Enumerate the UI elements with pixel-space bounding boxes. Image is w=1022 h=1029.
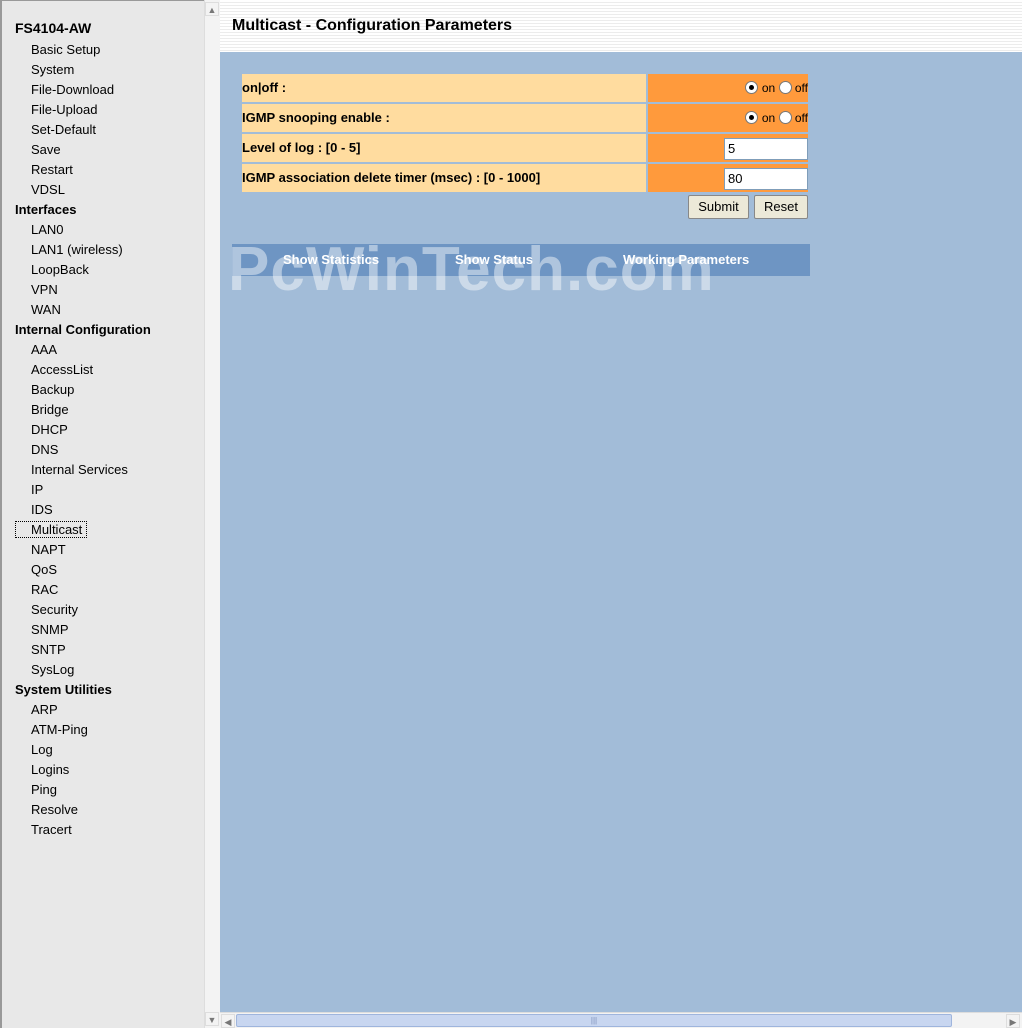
scroll-up-icon[interactable]: ▲ — [205, 2, 219, 16]
nav-multicast[interactable]: Multicast — [15, 521, 87, 538]
igmp-snooping-on-label: on — [761, 111, 776, 125]
nav-wan[interactable]: WAN — [31, 302, 61, 317]
scroll-left-icon[interactable]: ◀ — [221, 1014, 235, 1028]
nav-snmp[interactable]: SNMP — [31, 622, 69, 637]
nav-basic-setup[interactable]: Basic Setup — [31, 42, 100, 57]
nav-log[interactable]: Log — [31, 742, 53, 757]
horizontal-scrollbar[interactable]: ◀ ||| ▶ — [220, 1012, 1022, 1028]
nav-atm-ping[interactable]: ATM-Ping — [31, 722, 88, 737]
reset-button[interactable]: Reset — [754, 195, 808, 219]
page-header: Multicast - Configuration Parameters — [220, 0, 1022, 52]
log-level-label: Level of log : [0 - 5] — [242, 134, 646, 162]
scroll-right-icon[interactable]: ▶ — [1006, 1014, 1020, 1028]
nav-resolve[interactable]: Resolve — [31, 802, 78, 817]
nav-vpn[interactable]: VPN — [31, 282, 58, 297]
nav-restart[interactable]: Restart — [31, 162, 73, 177]
onoff-off-radio[interactable] — [778, 81, 792, 94]
content-frame: Multicast - Configuration Parameters on|… — [220, 0, 1022, 1012]
page-title: Multicast - Configuration Parameters — [232, 17, 513, 34]
watermark: PcWinTech.com — [228, 235, 715, 304]
nav-frame: FS4104-AW Basic Setup System File-Downlo… — [0, 0, 204, 1028]
nav-ip[interactable]: IP — [31, 482, 43, 497]
nav-aaa[interactable]: AAA — [31, 342, 57, 357]
nav-napt[interactable]: NAPT — [31, 542, 66, 557]
onoff-on-radio[interactable] — [745, 81, 759, 94]
device-title: FS4104-AW — [15, 20, 92, 36]
igmp-snooping-off-label: off — [794, 111, 808, 125]
igmp-snooping-value-cell: on off — [648, 104, 808, 132]
form-row-delete-timer: IGMP association delete timer (msec) : [… — [242, 164, 808, 192]
onoff-label: on|off : — [242, 74, 646, 102]
onoff-off-label: off — [794, 81, 808, 95]
log-level-value-cell: 5 — [648, 134, 808, 162]
nav-save[interactable]: Save — [31, 142, 61, 157]
nav-vdsl[interactable]: VDSL — [31, 182, 65, 197]
onoff-value-cell: on off — [648, 74, 808, 102]
nav-lan0[interactable]: LAN0 — [31, 222, 64, 237]
nav-dns[interactable]: DNS — [31, 442, 58, 457]
nav-system[interactable]: System — [31, 62, 74, 77]
form-row-igmp-snooping: IGMP snooping enable : on off — [242, 104, 808, 132]
log-level-input[interactable]: 5 — [724, 138, 808, 160]
onoff-on-label: on — [761, 81, 776, 95]
nav-accesslist[interactable]: AccessList — [31, 362, 93, 377]
form-row-log-level: Level of log : [0 - 5] 5 — [242, 134, 808, 162]
nav-ping[interactable]: Ping — [31, 782, 57, 797]
nav-group-system-utilities: System Utilities — [15, 682, 112, 697]
nav-bridge[interactable]: Bridge — [31, 402, 69, 417]
scroll-down-icon[interactable]: ▼ — [205, 1012, 219, 1026]
submit-button[interactable]: Submit — [688, 195, 749, 219]
nav-ids[interactable]: IDS — [31, 502, 53, 517]
igmp-snooping-label: IGMP snooping enable : — [242, 104, 646, 132]
nav-scrollbar[interactable]: ▲ ▼ — [204, 0, 220, 1028]
nav-sntp[interactable]: SNTP — [31, 642, 66, 657]
delete-timer-label: IGMP association delete timer (msec) : [… — [242, 164, 646, 192]
nav-logins[interactable]: Logins — [31, 762, 69, 777]
scroll-thumb[interactable]: ||| — [236, 1014, 952, 1027]
nav-security[interactable]: Security — [31, 602, 78, 617]
nav-arp[interactable]: ARP — [31, 702, 58, 717]
delete-timer-value-cell: 80 — [648, 164, 808, 192]
nav-dhcp[interactable]: DHCP — [31, 422, 68, 437]
nav-group-interfaces: Interfaces — [15, 202, 77, 217]
nav-syslog[interactable]: SysLog — [31, 662, 74, 677]
nav-qos[interactable]: QoS — [31, 562, 57, 577]
igmp-snooping-on-radio[interactable] — [745, 111, 759, 124]
nav-group-internal-configuration: Internal Configuration — [15, 322, 151, 337]
nav-backup[interactable]: Backup — [31, 382, 74, 397]
delete-timer-input[interactable]: 80 — [724, 168, 808, 190]
nav-file-upload[interactable]: File-Upload — [31, 102, 97, 117]
nav-tracert[interactable]: Tracert — [31, 822, 72, 837]
nav-rac[interactable]: RAC — [31, 582, 58, 597]
nav-set-default[interactable]: Set-Default — [31, 122, 96, 137]
igmp-snooping-off-radio[interactable] — [778, 111, 792, 124]
nav-file-download[interactable]: File-Download — [31, 82, 114, 97]
nav-lan1-wireless[interactable]: LAN1 (wireless) — [31, 242, 123, 257]
nav-loopback[interactable]: LoopBack — [31, 262, 89, 277]
form-row-onoff: on|off : on off — [242, 74, 808, 102]
nav-internal-services[interactable]: Internal Services — [31, 462, 128, 477]
